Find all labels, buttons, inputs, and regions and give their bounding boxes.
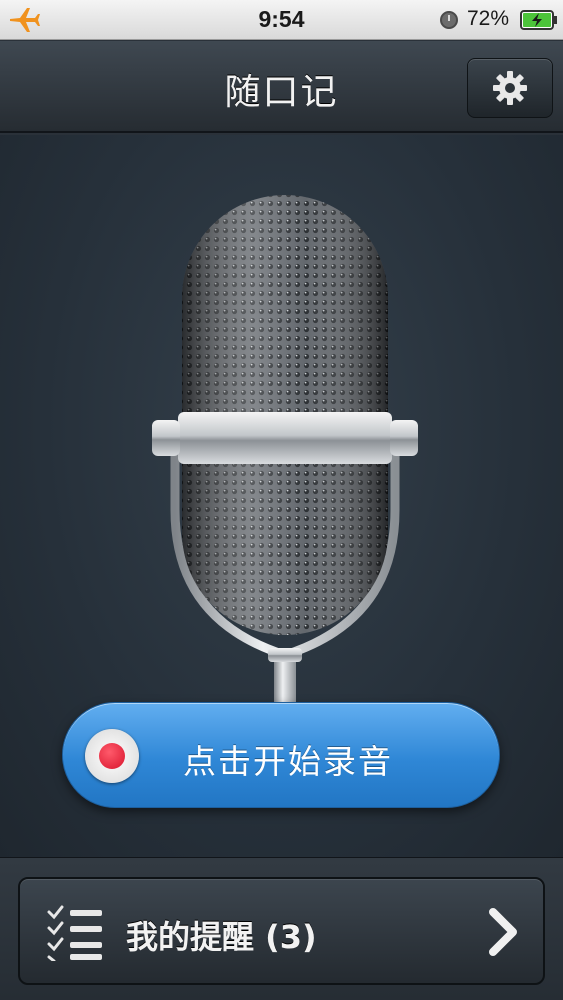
main-area: 点击开始录音 [0,135,563,857]
my-reminders-button[interactable]: 我的提醒 (3) [18,877,545,985]
status-bar: 9:54 72% [0,0,563,40]
my-reminders-label: 我的提醒 (3) [126,918,317,956]
settings-button[interactable] [467,58,553,118]
record-dot-icon [85,729,139,783]
battery-charging-icon [520,10,557,30]
navigation-bar: 随口记 [0,41,563,133]
lock-rotation-icon [440,11,458,29]
chevron-right-icon [489,908,517,956]
microphone-illustration [152,195,418,730]
bottom-bar: 我的提醒 (3) [0,857,563,1000]
record-button[interactable]: 点击开始录音 [62,702,500,808]
gear-icon [493,71,527,105]
battery-percent: 72% [467,7,510,30]
checklist-icon [47,905,102,961]
record-button-label: 点击开始录音 [183,742,393,781]
